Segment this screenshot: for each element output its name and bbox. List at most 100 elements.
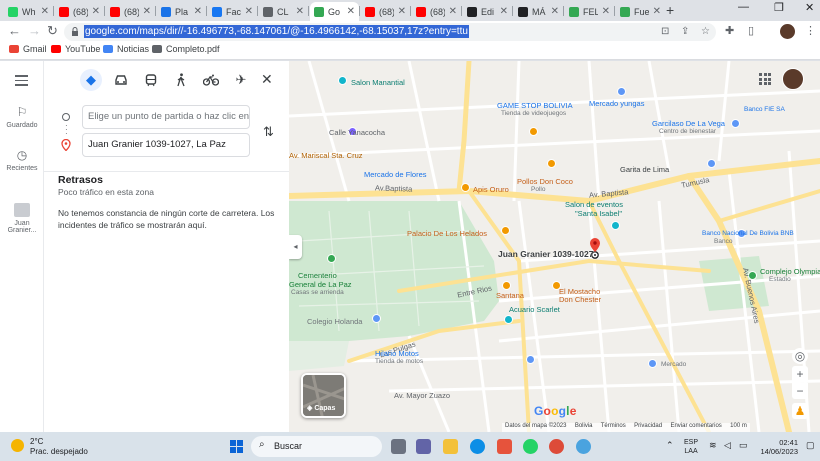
zoom-in-button[interactable]: + [792,366,808,382]
my-location-icon[interactable]: ◎ [792,348,808,364]
back-icon[interactable]: ← [8,23,21,38]
sidepanel-icon[interactable]: ▯ [748,24,754,37]
wifi-icon[interactable]: ≋ [709,440,717,451]
maximize-icon[interactable]: ❐ [774,1,784,14]
map-label[interactable]: Apis Oruro [473,185,509,194]
poi-dot[interactable] [502,281,511,290]
poi-dot[interactable] [547,159,556,168]
map-label[interactable]: Pollos Don Coco [517,177,573,186]
attr-privacy[interactable]: Privacidad [634,423,662,429]
bookmark-noticias[interactable]: Noticias [103,44,149,54]
layers-button[interactable]: ◈ Capas [301,373,346,418]
map-canvas[interactable]: ◂ Salon Manantial GAME STOP BOLIVIA Tien… [289,61,820,432]
chrome-icon[interactable] [549,439,564,454]
tab-close-icon[interactable]: ✕ [500,6,508,17]
tab-close-icon[interactable]: ✕ [41,6,49,17]
bookmark-gmail[interactable]: Gmail [9,44,47,54]
browser-tab[interactable]: Pla ✕ [157,2,206,21]
attr-terms[interactable]: Términos [601,423,626,429]
poi-dot[interactable] [526,355,535,364]
task-view-icon[interactable] [391,439,406,454]
weather-icon[interactable] [11,439,24,452]
url-text[interactable]: google.com/maps/dir//-16.496773,-68.1470… [84,25,469,38]
browser-menu-icon[interactable]: ⋮ [805,24,816,37]
extensions-icon[interactable]: ✚ [725,24,734,37]
map-label[interactable]: Banco Nacional De Bolivia BNB [702,230,794,237]
map-label[interactable]: GAME STOP BOLIVIA [497,101,573,110]
tab-close-icon[interactable]: ✕ [398,6,406,17]
browser-tab[interactable]: Fac ✕ [208,2,257,21]
address-bar[interactable]: google.com/maps/dir//-16.496773,-68.1470… [64,23,716,41]
transit-icon[interactable] [140,69,162,91]
forward-icon[interactable]: → [28,23,41,38]
poi-dot[interactable] [707,159,716,168]
destination-label[interactable]: Juan Granier 1039-1027 [498,249,593,259]
origin-input[interactable]: Elige un punto de partida o haz clic en … [82,105,250,129]
bookmark-youtube[interactable]: YouTube [51,44,100,54]
walking-icon[interactable] [170,69,192,91]
map-label[interactable]: Hilario Motos [375,349,419,358]
close-window-icon[interactable]: ✕ [805,1,814,14]
volume-icon[interactable]: ◁ [724,440,731,451]
map-label[interactable]: Garita de Lima [620,165,669,174]
poi-dot[interactable] [504,315,513,324]
poi-dot[interactable] [461,183,470,192]
rail-recent[interactable]: ◷ Recientes [0,148,44,172]
map-label[interactable]: Banco FIE SA [744,106,785,113]
chrome-alt-icon[interactable] [576,439,591,454]
google-apps-icon[interactable] [759,73,771,85]
browser-tab[interactable]: (68) ✕ [55,2,104,21]
poi-dot[interactable] [731,119,740,128]
tray-overflow-icon[interactable]: ⌃ [666,440,674,451]
poi-dot[interactable] [617,87,626,96]
close-directions-icon[interactable]: ✕ [261,71,273,88]
profile-avatar[interactable] [780,24,795,39]
map-label[interactable]: Santana [496,291,524,300]
poi-dot[interactable] [327,254,336,263]
poi-dot[interactable] [611,221,620,230]
map-label[interactable]: Salon Manantial [351,78,405,87]
attr-feedback[interactable]: Enviar comentarios [670,423,721,429]
reload-icon[interactable]: ↻ [47,23,58,39]
tab-close-icon[interactable]: ✕ [143,6,151,17]
rail-recent-place[interactable]: Juan Granier... [0,203,44,234]
browser-tab[interactable]: (68) ✕ [106,2,155,21]
tab-close-icon[interactable]: ✕ [602,6,610,17]
browser-tab[interactable]: CL ✕ [259,2,308,21]
map-label[interactable]: Complejo Olympia [760,267,820,276]
browser-tab[interactable]: Fue ✕ [616,2,665,21]
share-icon[interactable]: ⇪ [681,26,689,37]
map-label[interactable]: Garcilaso De La Vega [652,119,725,128]
map-label[interactable]: Salon de eventos [565,200,623,209]
map-label[interactable]: Cementerio [298,271,337,280]
tab-close-icon[interactable]: ✕ [92,6,100,17]
whatsapp-icon[interactable] [523,439,538,454]
tab-close-icon[interactable]: ✕ [551,6,559,17]
map-label[interactable]: Colegio Holanda [307,317,362,326]
browser-tab[interactable]: FEL ✕ [565,2,614,21]
teams-icon[interactable] [416,439,431,454]
poi-dot[interactable] [501,226,510,235]
best-route-icon[interactable]: ◆ [80,69,102,91]
notifications-icon[interactable]: ▢ [806,440,815,451]
flight-icon[interactable]: ✈ [230,69,252,91]
map-label[interactable]: Palacio De Los Helados [407,229,487,238]
rail-saved[interactable]: ⚐ Guardado [0,105,44,129]
poi-dot[interactable] [372,314,381,323]
map-label[interactable]: Mercado de Flores [364,170,427,179]
lock-icon[interactable] [71,27,79,36]
tab-close-icon[interactable]: ✕ [449,6,457,17]
office-icon[interactable] [497,439,512,454]
edge-icon[interactable] [470,439,485,454]
map-label[interactable]: Mercado yungas [589,99,644,108]
zoom-out-button[interactable]: − [792,383,808,399]
tab-close-icon[interactable]: ✕ [245,6,253,17]
car-icon[interactable] [110,69,132,91]
browser-tab[interactable]: Wh ✕ [4,2,53,21]
file-explorer-icon[interactable] [443,439,458,454]
tab-close-icon[interactable]: ✕ [194,6,202,17]
browser-tab[interactable]: Edi ✕ [463,2,512,21]
bookmark-pdf[interactable]: Completo.pdf [152,44,220,54]
browser-tab[interactable]: MÁ ✕ [514,2,563,21]
browser-tab[interactable]: (68) ✕ [361,2,410,21]
